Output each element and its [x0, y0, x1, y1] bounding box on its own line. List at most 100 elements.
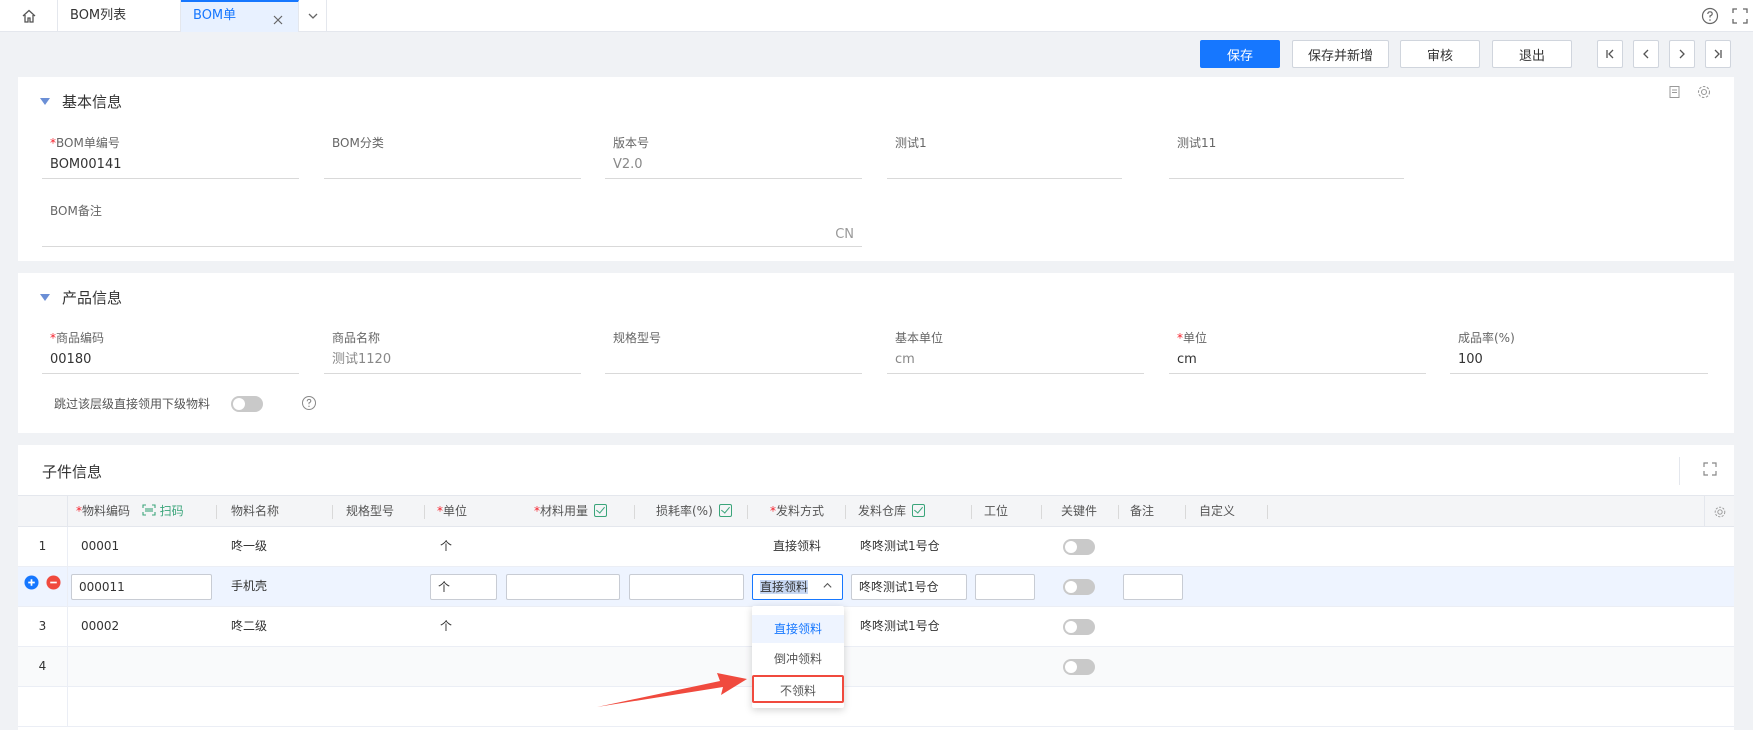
material-code-cell[interactable]: 00001 [81, 527, 119, 566]
save-and-new-button[interactable]: 保存并新增 [1292, 40, 1389, 68]
yield-field[interactable]: 成品率(%) 100 [1450, 330, 1708, 374]
table-row[interactable]: 4 [18, 647, 1734, 687]
test1-field[interactable]: 测试1 [887, 135, 1122, 179]
chevron-down-icon[interactable] [299, 0, 327, 32]
bom-number-field[interactable]: *BOM单编号 BOM00141 [42, 135, 299, 179]
col-material-name[interactable]: 物料名称 [231, 496, 279, 527]
warehouse-cell[interactable]: 咚咚测试1号仓 [860, 527, 940, 566]
field-label: 规格型号 [613, 331, 662, 345]
warehouse-cell[interactable]: 咚咚测试1号仓 [860, 607, 940, 646]
unit-input[interactable]: 个 [430, 574, 497, 600]
tab-bom-form[interactable]: BOM单 [181, 0, 299, 32]
option-backflush-issue[interactable]: 倒冲领料 [752, 645, 844, 673]
key-part-toggle[interactable] [1063, 659, 1095, 675]
test1-input[interactable] [887, 151, 1122, 179]
unit-input[interactable]: cm [1169, 346, 1426, 374]
last-record-button[interactable] [1705, 40, 1731, 68]
save-button[interactable]: 保存 [1200, 40, 1280, 68]
table-row-empty [18, 687, 1734, 727]
skip-level-toggle[interactable] [231, 396, 263, 412]
collapse-icon[interactable] [40, 294, 50, 301]
col-station[interactable]: 工位 [984, 496, 1008, 527]
bom-number-input[interactable]: BOM00141 [42, 151, 299, 179]
version-field[interactable]: 版本号 V2.0 [605, 135, 862, 179]
home-icon[interactable] [0, 0, 58, 32]
expand-icon[interactable] [1702, 461, 1718, 480]
quantity-input[interactable] [506, 574, 620, 600]
key-part-toggle[interactable] [1063, 539, 1095, 555]
tab-label: BOM列表 [70, 8, 127, 23]
grid-header: *物料编码 扫码 物料名称 规格型号 *单位 *材料用量 损耗率(%) *发料方… [18, 495, 1734, 527]
col-warehouse[interactable]: 发料仓库 [858, 496, 926, 527]
table-row-editing[interactable]: 000011 手机壳 个 直接领料 咚咚测试1号仓 [18, 567, 1734, 607]
col-issue[interactable]: *发料方式 [770, 496, 824, 527]
field-label: 成品率(%) [1458, 331, 1515, 345]
col-custom[interactable]: 自定义 [1199, 496, 1235, 527]
material-code-cell[interactable]: 00002 [81, 607, 119, 646]
audit-button[interactable]: 审核 [1400, 40, 1480, 68]
section-title[interactable]: 产品信息 [40, 287, 122, 308]
key-part-toggle[interactable] [1063, 619, 1095, 635]
unit-cell[interactable]: 个 [440, 527, 452, 566]
spec-value [605, 346, 862, 374]
next-record-button[interactable] [1669, 40, 1695, 68]
table-row[interactable]: 1 00001 咚一级 个 直接领料 咚咚测试1号仓 [18, 527, 1734, 567]
col-material-code[interactable]: *物料编码 扫码 [76, 496, 184, 527]
section-title[interactable]: 基本信息 [40, 91, 122, 112]
unit-field[interactable]: *单位 cm [1169, 330, 1426, 374]
help-icon[interactable] [1701, 7, 1719, 28]
loss-rate-input[interactable] [629, 574, 744, 600]
print-icon[interactable] [1668, 85, 1682, 102]
spec-field: 规格型号 [605, 330, 862, 374]
issue-method-select[interactable]: 直接领料 [752, 574, 843, 600]
exit-button[interactable]: 退出 [1492, 40, 1572, 68]
bom-remark-input[interactable]: CN [42, 219, 862, 247]
test11-input[interactable] [1169, 151, 1404, 179]
help-icon[interactable] [301, 395, 317, 414]
product-code-field[interactable]: *商品编码 00180 [42, 330, 299, 374]
field-label: 基本单位 [895, 331, 944, 345]
scan-button[interactable]: 扫码 [142, 504, 184, 518]
bom-remark-field[interactable]: BOM备注 CN [42, 203, 862, 247]
unit-cell[interactable]: 个 [440, 607, 452, 646]
col-unit[interactable]: *单位 [437, 496, 467, 527]
col-note[interactable]: 备注 [1130, 496, 1154, 527]
product-code-input[interactable]: 00180 [42, 346, 299, 374]
station-input[interactable] [975, 574, 1035, 600]
col-loss[interactable]: 损耗率(%) [656, 496, 732, 527]
key-part-toggle[interactable] [1063, 579, 1095, 595]
checkbox-icon[interactable] [718, 504, 732, 517]
option-no-issue[interactable]: 不领料 [752, 675, 844, 703]
collapse-icon[interactable] [40, 98, 50, 105]
warehouse-input[interactable]: 咚咚测试1号仓 [851, 574, 967, 600]
field-label: 测试11 [1177, 136, 1217, 150]
language-suffix: CN [835, 227, 854, 242]
col-qty[interactable]: *材料用量 [534, 496, 608, 527]
fullscreen-icon[interactable] [1731, 7, 1749, 28]
table-row[interactable]: 3 00002 咚二级 个 咚咚测试1号仓 [18, 607, 1734, 647]
issue-method-cell[interactable]: 直接领料 [773, 527, 821, 566]
basic-info-panel: 基本信息 *BOM单编号 BOM00141 BOM分类 版本号 V2.0 测试1… [18, 77, 1734, 261]
first-record-button[interactable] [1597, 40, 1623, 68]
col-key-part[interactable]: 关键件 [1061, 496, 1097, 527]
material-code-input[interactable]: 000011 [71, 574, 212, 600]
field-label: *商品编码 [50, 331, 105, 345]
remove-row-icon[interactable] [46, 567, 61, 606]
tab-bom-list[interactable]: BOM列表 [58, 0, 181, 32]
add-row-icon[interactable] [24, 567, 39, 606]
note-input[interactable] [1123, 574, 1183, 600]
close-icon[interactable] [272, 9, 284, 37]
prev-record-button[interactable] [1633, 40, 1659, 68]
yield-input[interactable]: 100 [1450, 346, 1708, 374]
test11-field[interactable]: 测试11 [1169, 135, 1404, 179]
chevron-up-icon[interactable] [822, 575, 833, 599]
option-direct-issue[interactable]: 直接领料 [752, 615, 844, 643]
bom-category-field[interactable]: BOM分类 [324, 135, 581, 179]
gear-icon[interactable] [1704, 496, 1734, 527]
gear-icon[interactable] [1696, 84, 1712, 103]
col-spec[interactable]: 规格型号 [346, 496, 394, 527]
checkbox-icon[interactable] [912, 504, 926, 517]
bom-category-input[interactable] [324, 151, 581, 179]
checkbox-icon[interactable] [594, 504, 608, 517]
row-number [18, 687, 68, 726]
